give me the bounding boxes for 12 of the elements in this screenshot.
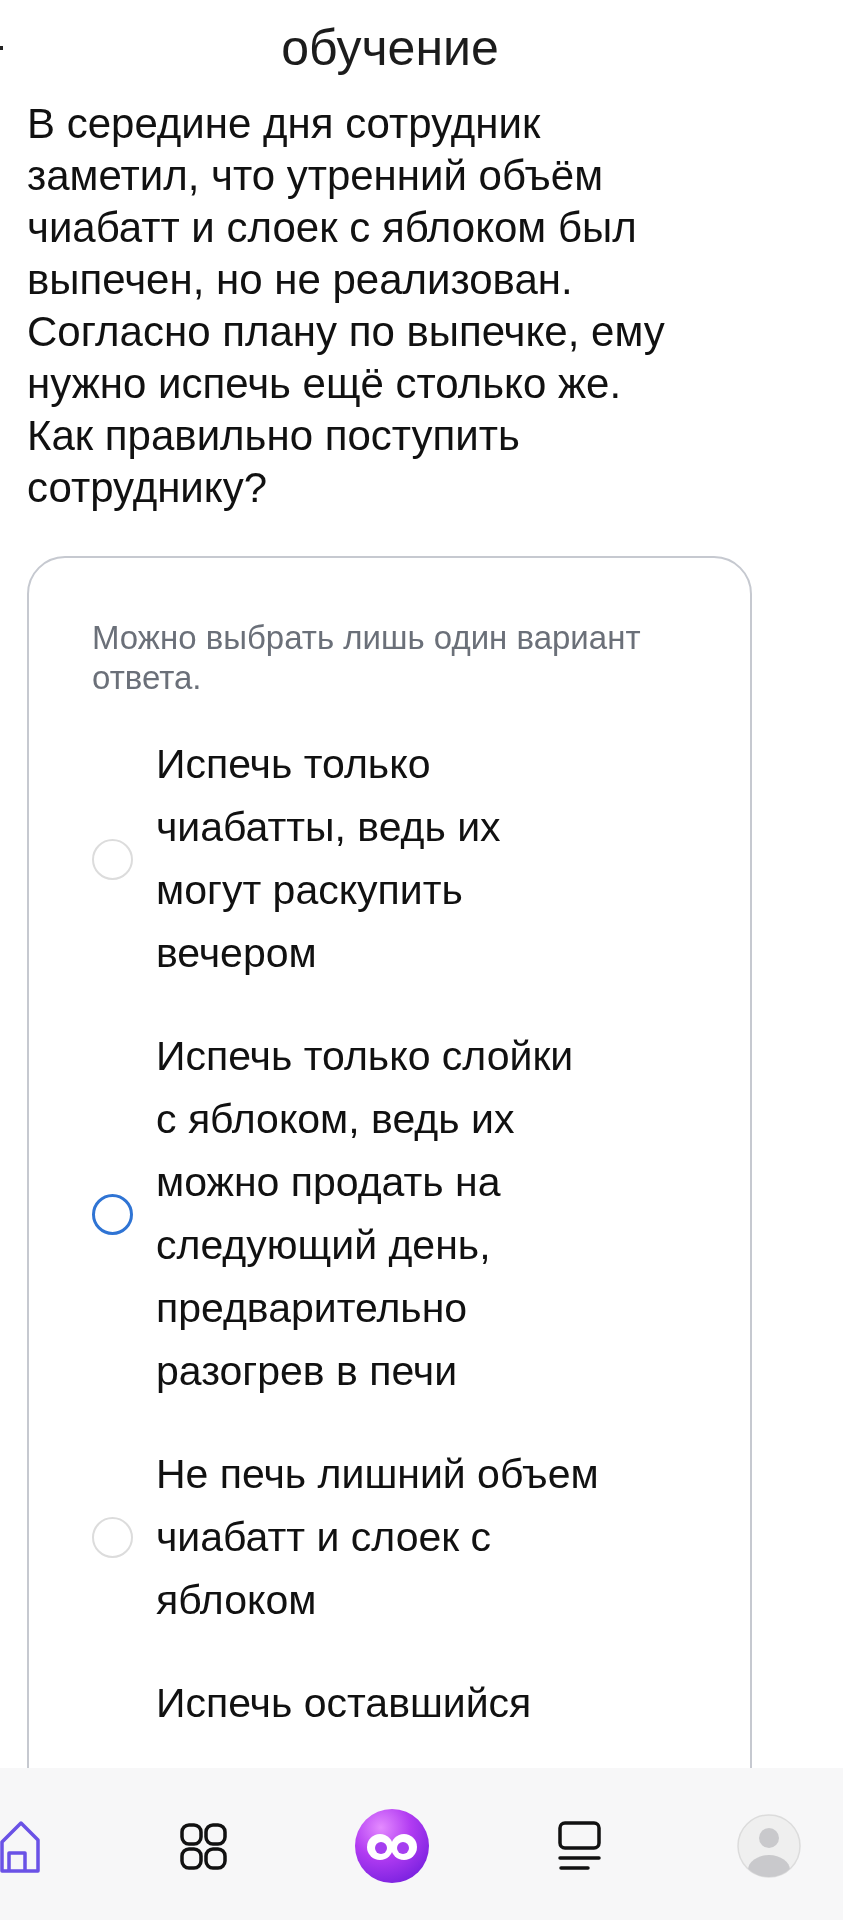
question-text: В середине дня сотрудник заметил, что утренний объём чиабатт и слоек с яблоком был выпечен, но не реализован. Согласно плану по выпечке, ему нужно испечь ещё столько же. Как правильно поступить сотруднику? (27, 99, 666, 513)
answer-option[interactable]: Испечь только чиабатты, ведь их могут раскупить вечером (156, 733, 601, 985)
answer-option[interactable]: Испечь только слойки с яблоком, ведь их можно продать на следующий день, предварительно разогрев в печи (156, 1025, 601, 1403)
page-title: обучение (281, 19, 499, 78)
answer-option[interactable]: Не печь лишний объем чиабатт и слоек с яблоком (156, 1443, 601, 1632)
grid-icon[interactable] (180, 1822, 227, 1870)
infinity-icon[interactable] (354, 1808, 430, 1884)
home-icon[interactable] (0, 1819, 40, 1873)
card-lines-icon[interactable] (558, 1821, 601, 1871)
radio-button[interactable] (92, 1193, 133, 1235)
answer-option[interactable]: Испечь оставшийся (156, 1672, 601, 1735)
hint-text: Можно выбрать лишь один вариант ответа. (92, 618, 642, 698)
